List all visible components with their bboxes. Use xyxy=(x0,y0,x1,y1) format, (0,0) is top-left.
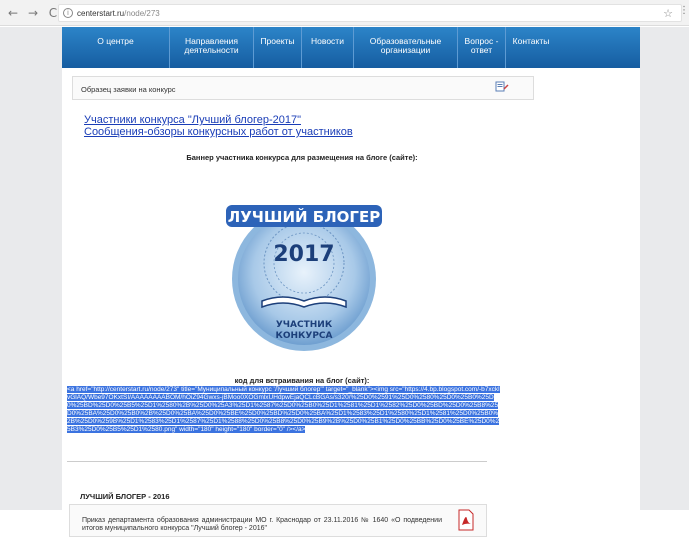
participants-link[interactable]: Участники конкурса "Лучший блогер-2017" xyxy=(84,114,301,126)
reviews-link[interactable]: Сообщения-обзоры конкурсных работ от уча… xyxy=(84,126,353,138)
sample-application-box: Образец заявки на конкурс xyxy=(72,76,534,100)
badge-caption-line2: КОНКУРСА xyxy=(275,331,332,341)
badge-title-text: ЛУЧШИЙ БЛОГЕР xyxy=(228,207,380,226)
embed-code-text[interactable]: <a href="http://centerstart.ru/node/273"… xyxy=(67,386,501,435)
order-document-text: Приказ департамента образования админист… xyxy=(82,517,442,532)
badge-caption-line1: УЧАСТНИК xyxy=(276,320,333,330)
nav-item-faq[interactable]: Вопрос - ответ xyxy=(458,27,506,68)
section-divider xyxy=(67,461,487,462)
banner-heading: Баннер участника конкурса для размещения… xyxy=(186,153,418,162)
forward-arrow-icon[interactable]: → xyxy=(26,6,40,20)
back-arrow-icon[interactable]: ← xyxy=(6,6,20,20)
badge-year-text: 2017 xyxy=(273,242,334,267)
address-url[interactable]: centerstart.ru/node/273 xyxy=(77,9,160,18)
sample-application-label: Образец заявки на конкурс xyxy=(81,85,176,94)
nav-item-directions[interactable]: Направления деятельности xyxy=(170,27,254,68)
nav-item-projects[interactable]: Проекты xyxy=(254,27,302,68)
embed-code-selection: <a href="http://centerstart.ru/node/273"… xyxy=(67,386,500,434)
nav-item-news[interactable]: Новости xyxy=(302,27,354,68)
main-navigation: О центре Направления деятельности Проект… xyxy=(62,27,640,68)
order-document-box[interactable]: Приказ департамента образования админист… xyxy=(69,504,487,537)
browser-toolbar: ← → C i centerstart.ru/node/273 ☆ ⋮ xyxy=(0,0,689,26)
site-content: О центре Направления деятельности Проект… xyxy=(62,27,640,537)
browser-menu-icon[interactable]: ⋮ xyxy=(679,5,689,16)
nav-item-contacts[interactable]: Контакты xyxy=(506,27,556,68)
address-bar[interactable]: i centerstart.ru/node/273 ☆ xyxy=(58,4,682,22)
section-title: ЛУЧШИЙ БЛОГЕР - 2016 xyxy=(80,492,170,501)
nav-item-organizations[interactable]: Образовательные организации xyxy=(354,27,458,68)
embed-code-heading: код для встраивания на блог (сайт): xyxy=(234,376,370,385)
edit-document-icon[interactable] xyxy=(495,81,509,92)
contest-badge-image: ЛУЧШИЙ БЛОГЕР 2017 УЧАСТНИК КОНКУРСА xyxy=(226,205,382,351)
bookmark-star-icon[interactable]: ☆ xyxy=(663,7,673,20)
pdf-icon[interactable] xyxy=(458,509,474,531)
info-icon[interactable]: i xyxy=(63,8,73,18)
nav-item-about[interactable]: О центре xyxy=(62,27,170,68)
